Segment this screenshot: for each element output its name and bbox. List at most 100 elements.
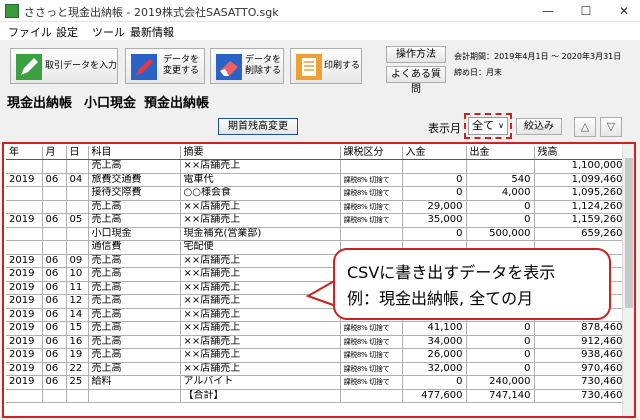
table-cell	[6, 159, 43, 174]
scroll-up-button[interactable]: △	[574, 117, 596, 137]
fiscal-period-label: 会計期間：2019年4月1日 ～ 2020年3月31日	[454, 52, 622, 61]
callout-line-2: 例：現金出納帳, 全ての月	[347, 289, 534, 308]
table-cell: 売上高	[88, 254, 181, 268]
column-header[interactable]: 課税区分	[340, 146, 403, 160]
table-row[interactable]: 売上高 ××店舗売上 課税8% 切捨て 29,000 0 1,124,260	[6, 200, 627, 214]
table-cell: 売上高	[88, 213, 181, 228]
table-cell: 売上高	[88, 362, 181, 376]
table-cell: 課税8% 切捨て	[340, 200, 403, 214]
manual-button[interactable]: 操作方法	[386, 46, 446, 63]
table-cell	[340, 389, 403, 403]
table-cell	[6, 200, 43, 214]
month-select[interactable]: 全て ∨	[468, 117, 508, 135]
table-cell: ××店舗売上	[180, 321, 341, 336]
table-row[interactable]: 売上高 ××店舗売上 1,100,000	[6, 159, 627, 174]
table-cell	[66, 200, 89, 214]
table-cell	[340, 227, 403, 241]
table-row[interactable]: 接待交際費 ○○様会食 課税8% 切捨て 0 4,000 1,095,260	[6, 186, 627, 201]
table-cell: 現金補充(営業部)	[180, 227, 341, 241]
table-cell: 730,460	[534, 375, 627, 390]
vertical-scrollbar[interactable]	[622, 144, 634, 416]
column-header[interactable]: 摘要	[180, 146, 341, 160]
table-cell	[6, 240, 43, 255]
table-cell: 0	[466, 335, 535, 349]
table-cell: 19	[66, 348, 89, 363]
table-row[interactable]: 2019 06 22 売上高 ××店舗売上 課税8% 切捨て 32,000 0 970,460	[6, 362, 627, 376]
column-header[interactable]: 月	[42, 146, 67, 160]
table-cell	[402, 159, 467, 174]
table-row[interactable]: 2019 06 04 旅費交通費 電車代 課税8% 切捨て 0 540 1,099,460	[6, 173, 627, 187]
table-cell: ××店舗売上	[180, 348, 341, 363]
column-header[interactable]: 残高	[534, 146, 627, 160]
table-row[interactable]: 2019 06 05 売上高 ××店舗売上 課税8% 切捨て 35,000 0 1,159,26…	[6, 213, 627, 228]
table-cell: 06	[42, 375, 67, 390]
table-cell: 2019	[6, 254, 43, 268]
tab-petty-cash[interactable]: 小口現金	[84, 92, 136, 111]
table-cell	[66, 227, 89, 241]
table-cell: 2019	[6, 348, 43, 363]
table-cell: ○○様会食	[180, 186, 341, 201]
table-cell: 06	[42, 321, 67, 336]
table-cell: 730,460	[534, 389, 627, 403]
table-cell: 06	[42, 335, 67, 349]
opening-balance-button[interactable]: 期首残高変更	[218, 118, 298, 135]
table-cell: 0	[466, 321, 535, 336]
table-row[interactable]: 【合計】 477,600 747,140 730,460	[6, 389, 627, 403]
table-cell: 06	[42, 362, 67, 376]
table-cell: 2019	[6, 335, 43, 349]
table-row[interactable]: 小口現金 現金補充(営業部) 0 500,000 659,260	[6, 227, 627, 241]
table-cell	[66, 389, 89, 403]
table-cell: 41,100	[402, 321, 467, 336]
filter-button[interactable]: 絞込み	[516, 118, 562, 135]
table-cell: 0	[402, 186, 467, 201]
table-cell: 10	[66, 267, 89, 282]
faq-button[interactable]: よくある質問	[386, 66, 446, 95]
table-cell: 売上高	[88, 348, 181, 363]
table-cell: 06	[42, 294, 67, 309]
table-cell: 売上高	[88, 159, 181, 174]
minimize-button[interactable]: —	[528, 0, 568, 22]
table-cell: 課税8% 切捨て	[340, 321, 403, 336]
maximize-button[interactable]: ☐	[566, 0, 606, 22]
table-cell: 970,460	[534, 362, 627, 376]
column-header[interactable]: 出金	[466, 146, 535, 160]
table-cell: アルバイト	[180, 375, 341, 390]
column-header[interactable]: 年	[6, 146, 43, 160]
close-button[interactable]: ✕	[604, 0, 640, 22]
column-header[interactable]: 入金	[402, 146, 467, 160]
tab-cash-book[interactable]: 現金出納帳	[7, 92, 72, 111]
menu-settings[interactable]: 設定	[56, 24, 78, 40]
table-cell: 2019	[6, 267, 43, 282]
table-cell: 0	[466, 348, 535, 363]
table-cell: 0	[402, 375, 467, 390]
edit-data-label: データを 変更する	[162, 55, 199, 76]
tab-deposit-book[interactable]: 預金出納帳	[144, 92, 209, 111]
table-row[interactable]: 2019 06 25 給料 アルバイト 課税8% 切捨て 0 240,000 730,460	[6, 375, 627, 390]
menu-tools[interactable]: ツール	[92, 24, 125, 40]
delete-data-button[interactable]: データを 削除する	[210, 48, 284, 84]
table-cell	[340, 159, 403, 174]
edit-data-button[interactable]: データを 変更する	[125, 48, 205, 84]
column-header[interactable]: 日	[66, 146, 89, 160]
print-label: 印刷する	[323, 60, 360, 71]
table-cell: 課税8% 切捨て	[340, 335, 403, 349]
table-cell: 1,095,260	[534, 186, 627, 201]
table-cell: 16	[66, 335, 89, 349]
scroll-down-button[interactable]: ▽	[600, 117, 622, 137]
table-cell: 1,124,260	[534, 200, 627, 214]
menu-news[interactable]: 最新情報	[130, 24, 174, 40]
input-transaction-label: 取引データを入力	[45, 60, 118, 71]
table-cell: 06	[42, 308, 67, 322]
table-cell: 29,000	[402, 200, 467, 214]
table-row[interactable]: 2019 06 15 売上高 ××店舗売上 課税8% 切捨て 41,100 0 878,460	[6, 321, 627, 336]
scrollbar-thumb[interactable]	[625, 158, 633, 308]
table-cell: ××店舗売上	[180, 159, 341, 174]
print-button[interactable]: 印刷する	[290, 48, 362, 84]
column-header[interactable]: 科目	[88, 146, 181, 160]
table-cell: 接待交際費	[88, 186, 181, 201]
table-row[interactable]: 2019 06 19 売上高 ××店舗売上 課税8% 切捨て 26,000 0 938,460	[6, 348, 627, 363]
table-cell: 0	[402, 227, 467, 241]
input-transaction-button[interactable]: 取引データを入力	[10, 48, 118, 84]
menu-file[interactable]: ファイル	[8, 24, 52, 40]
table-row[interactable]: 2019 06 16 売上高 ××店舗売上 課税8% 切捨て 34,000 0 912,460	[6, 335, 627, 349]
